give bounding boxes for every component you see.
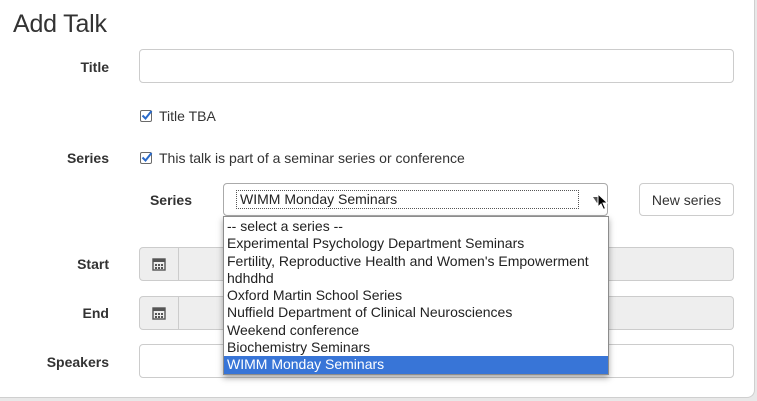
new-series-button[interactable]: New series bbox=[639, 183, 734, 216]
mouse-pointer-icon bbox=[597, 192, 609, 216]
series-option[interactable]: Experimental Psychology Department Semin… bbox=[224, 235, 608, 252]
series-dropdown-list: -- select a series -- Experimental Psych… bbox=[223, 216, 609, 375]
series-option[interactable]: hdhdhd bbox=[224, 270, 608, 287]
start-calendar-button[interactable] bbox=[139, 247, 179, 281]
series-checkbox[interactable] bbox=[140, 152, 153, 164]
checkmark-icon bbox=[141, 152, 153, 162]
series-option[interactable]: Biochemistry Seminars bbox=[224, 339, 608, 356]
series-option-selected[interactable]: WIMM Monday Seminars bbox=[224, 356, 608, 374]
title-tba-label: Title TBA bbox=[159, 108, 216, 124]
series-option[interactable]: Weekend conference bbox=[224, 322, 608, 339]
speakers-label: Speakers bbox=[46, 354, 109, 370]
series-checkbox-label: This talk is part of a seminar series or… bbox=[159, 150, 465, 166]
title-tba-checkbox[interactable] bbox=[140, 110, 153, 122]
series-checkbox-row[interactable]: This talk is part of a seminar series or… bbox=[140, 150, 465, 166]
series-label: Series bbox=[66, 150, 109, 166]
series-option[interactable]: Fertility, Reproductive Health and Women… bbox=[224, 253, 608, 270]
end-label: End bbox=[82, 305, 109, 321]
series-option[interactable]: -- select a series -- bbox=[224, 218, 608, 235]
title-label: Title bbox=[80, 59, 109, 75]
series-select-value: WIMM Monday Seminars bbox=[236, 190, 579, 209]
add-talk-panel: Add Talk Title Title TBA Series This tal… bbox=[0, 0, 755, 398]
checkmark-icon bbox=[141, 110, 153, 120]
series-select-label: Series bbox=[149, 192, 192, 208]
calendar-icon bbox=[152, 258, 166, 271]
series-option[interactable]: Nuffield Department of Clinical Neurosci… bbox=[224, 304, 608, 321]
page-title: Add Talk bbox=[13, 10, 107, 38]
series-select[interactable]: WIMM Monday Seminars bbox=[223, 183, 608, 216]
series-option[interactable]: Oxford Martin School Series bbox=[224, 287, 608, 304]
calendar-icon bbox=[152, 307, 166, 320]
end-calendar-button[interactable] bbox=[139, 296, 179, 330]
title-tba-checkbox-row[interactable]: Title TBA bbox=[140, 108, 216, 124]
title-input[interactable] bbox=[139, 49, 734, 83]
start-label: Start bbox=[77, 256, 109, 272]
